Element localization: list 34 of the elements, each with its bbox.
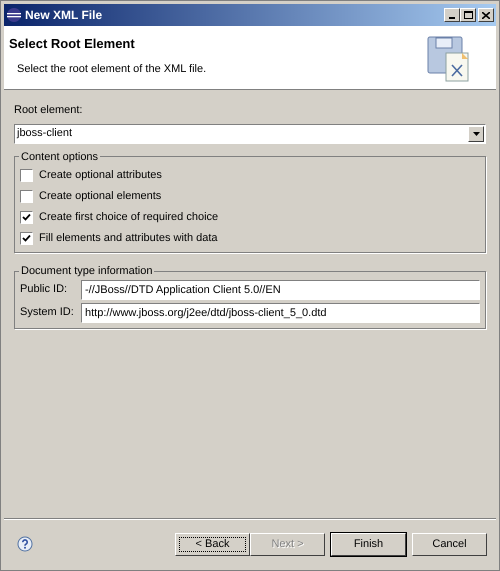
group-title: Content options: [20, 150, 100, 164]
maximize-icon: [464, 11, 472, 19]
window-title: New XML File: [25, 7, 104, 24]
page-description: Select the root element of the XML file.: [17, 62, 208, 76]
field-label: Public ID:: [20, 282, 68, 298]
dropdown-arrow-button[interactable]: [468, 126, 484, 142]
maximize-button[interactable]: [460, 8, 476, 22]
checkbox-label[interactable]: Fill elements and attributes with data: [39, 230, 218, 247]
text-field[interactable]: -//JBoss//DTD Application Client 5.0//EN: [81, 280, 480, 300]
help-icon[interactable]: [17, 536, 33, 552]
checkbox[interactable]: [20, 232, 33, 245]
eclipse-icon: [6, 7, 22, 23]
close-button[interactable]: [478, 8, 494, 22]
checkbox-label[interactable]: Create first choice of required choice: [39, 209, 218, 226]
caret-icon: [472, 132, 480, 136]
dialog-button[interactable]: Cancel: [412, 532, 487, 556]
checkbox-label[interactable]: Create optional attributes: [39, 167, 162, 184]
page-title: Select Root Element: [9, 35, 136, 53]
field-label: Root element:: [14, 103, 84, 118]
dialog-button[interactable]: < Back: [175, 532, 250, 556]
minimize-icon: [449, 17, 455, 19]
xml-file-icon: [426, 35, 470, 83]
text-field[interactable]: http://www.jboss.org/j2ee/dtd/jboss-client_5_0.dtd: [81, 302, 480, 322]
checkbox[interactable]: [20, 190, 33, 203]
checkbox[interactable]: [20, 169, 33, 182]
minimize-button[interactable]: [444, 8, 460, 22]
dropdown-value: jboss-client: [16, 126, 74, 142]
checkbox-label[interactable]: Create optional elements: [39, 188, 162, 205]
close-icon: [482, 12, 490, 18]
checkbox[interactable]: [20, 211, 33, 224]
root-element-dropdown[interactable]: jboss-client: [14, 124, 486, 144]
dialog-button[interactable]: Finish: [331, 532, 406, 556]
field-label: System ID:: [20, 305, 75, 320]
group-title: Document type information: [20, 264, 154, 279]
